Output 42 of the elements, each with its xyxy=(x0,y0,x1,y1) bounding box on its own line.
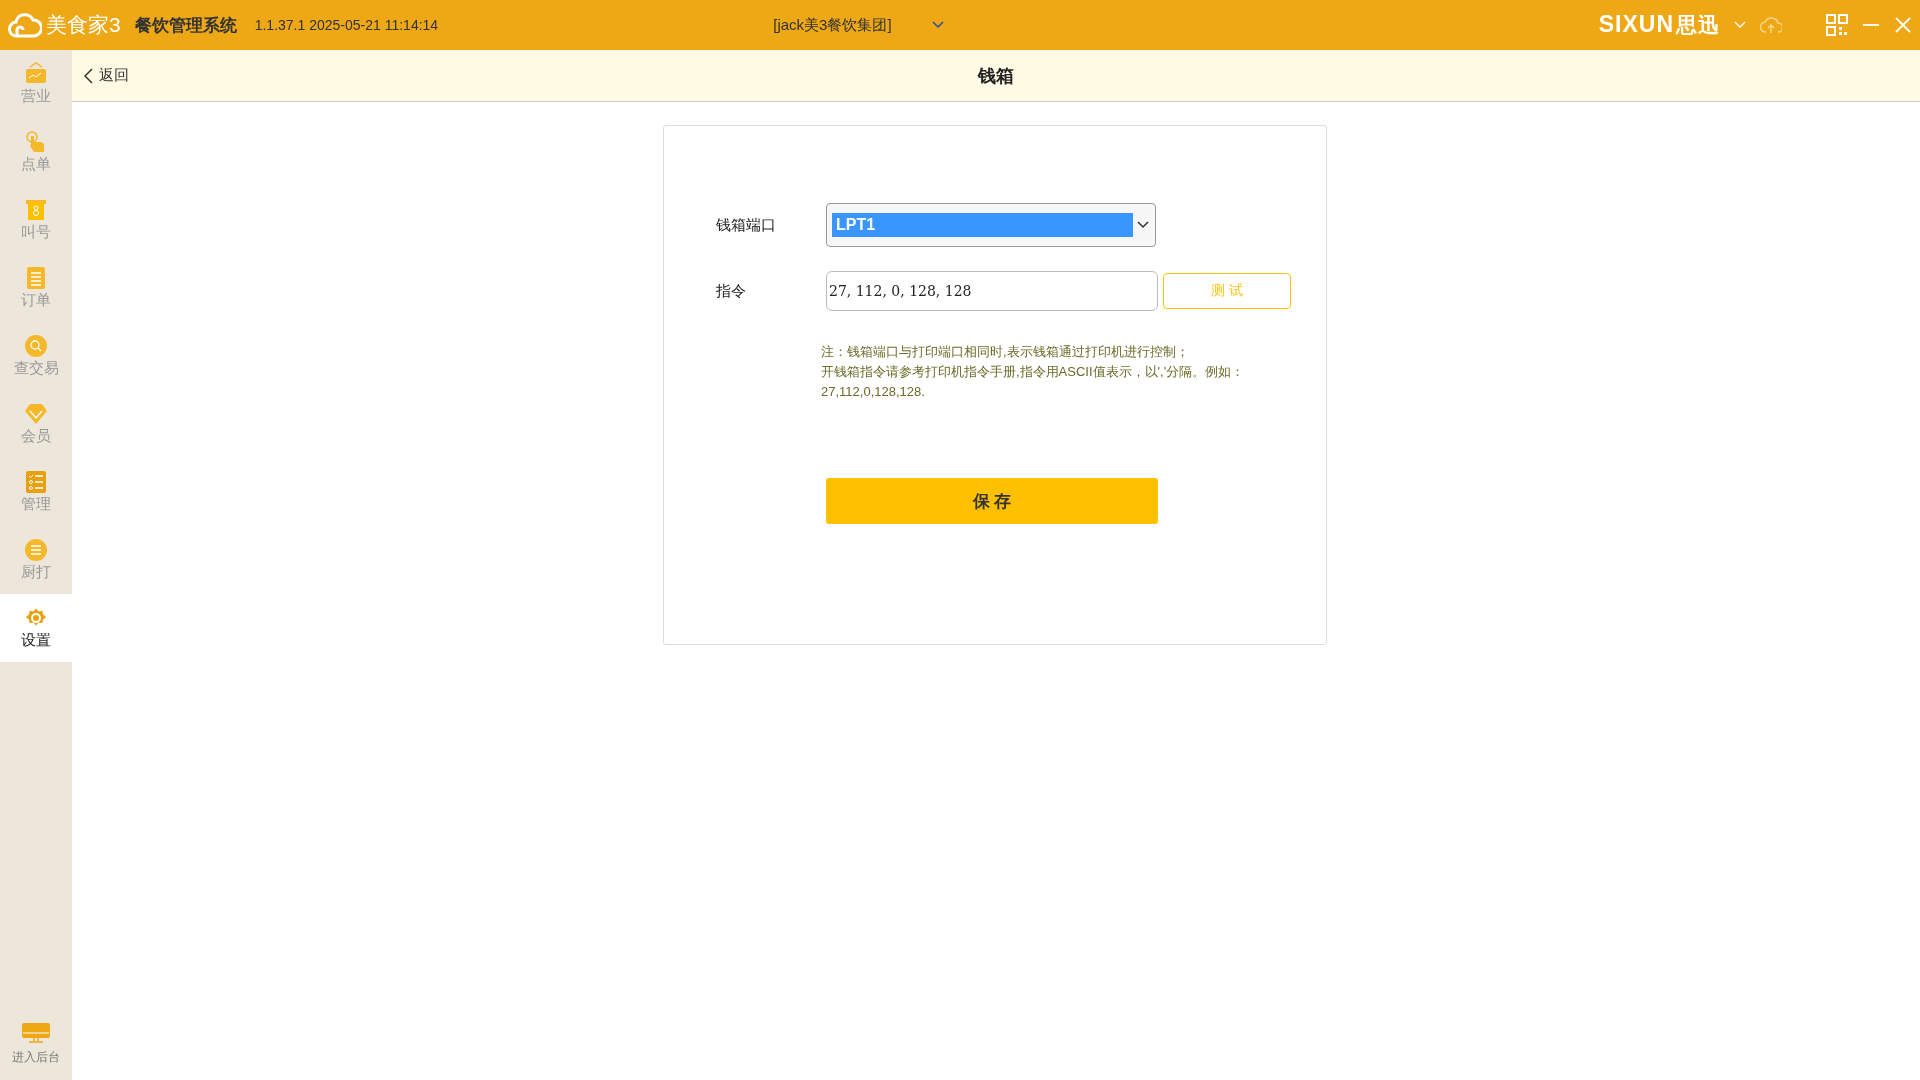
field-label: 指令 xyxy=(716,281,747,301)
chevron-left-icon xyxy=(84,67,93,84)
test-button[interactable]: 测 试 xyxy=(1163,273,1291,309)
sidebar-item[interactable]: 查交易 xyxy=(0,322,72,390)
store-name: [jack美3餐饮集团] xyxy=(773,15,892,35)
back-button[interactable]: 返回 xyxy=(84,66,129,85)
sidebar-item[interactable]: 会员 xyxy=(0,390,72,458)
sidebar-item[interactable]: 设置 xyxy=(0,594,72,662)
sidebar-item[interactable]: 厨打 xyxy=(0,526,72,594)
chevron-down-icon[interactable] xyxy=(931,21,944,29)
sidebar-item[interactable]: 点单 xyxy=(0,118,72,186)
sidebar-item[interactable]: 订单 xyxy=(0,254,72,322)
sidebar-item[interactable]: 营业 xyxy=(0,50,72,118)
field-label: 钱箱端口 xyxy=(716,215,777,235)
ticket-icon xyxy=(24,198,48,222)
qr-code-icon[interactable] xyxy=(1826,14,1848,36)
version-text: 1.1.37.1 2025-05-21 11:14:14 xyxy=(254,17,439,33)
save-button[interactable]: 保 存 xyxy=(826,478,1158,524)
diamond-icon xyxy=(24,402,48,426)
chevron-down-icon xyxy=(1137,221,1149,229)
page-title: 钱箱 xyxy=(978,64,1014,88)
note-text: 注：钱箱端口与打印端口相同时,表示钱箱通过打印机进行控制； xyxy=(821,343,1190,360)
sidebar-item[interactable]: 管理 xyxy=(0,458,72,526)
command-field[interactable]: 27, 112, 0, 128, 128 xyxy=(826,271,1158,311)
port-dropdown[interactable]: LPT1 xyxy=(826,203,1156,247)
cloud-icon xyxy=(8,12,42,38)
search-icon xyxy=(24,334,48,358)
brand-name: 思迅 xyxy=(1676,12,1720,38)
sign-icon xyxy=(24,62,48,86)
app-name: 美食家3 xyxy=(46,12,121,38)
document-icon xyxy=(24,266,48,290)
note-text: 27,112,0,128,128. xyxy=(821,383,926,400)
close-icon[interactable] xyxy=(1894,16,1912,34)
sidebar-item[interactable]: 进入后台 xyxy=(0,1008,72,1080)
cloud-upload-icon[interactable] xyxy=(1760,16,1782,34)
note-text: 开钱箱指令请参考打印机指令手册,指令用ASCII值表示，以','分隔。例如： xyxy=(821,363,1246,380)
brand-name: SIXUN xyxy=(1598,11,1674,38)
sidebar-item[interactable]: 叫号 xyxy=(0,186,72,254)
checklist-icon xyxy=(24,470,48,494)
system-name: 餐饮管理系统 xyxy=(134,14,237,37)
list-icon xyxy=(24,538,48,562)
monitor-icon xyxy=(21,1022,51,1043)
